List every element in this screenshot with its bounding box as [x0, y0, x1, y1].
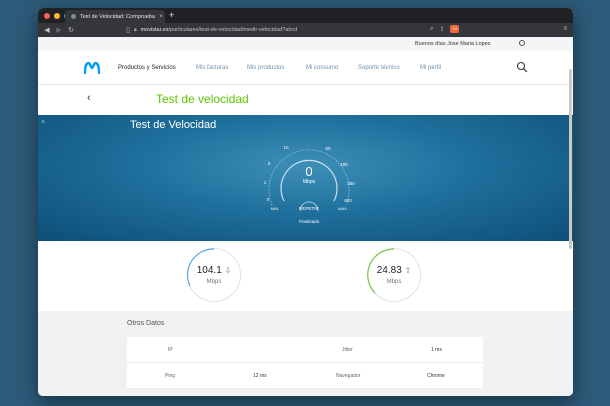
- ping-label: Ping: [165, 373, 176, 379]
- jitter-label: Jitter: [342, 347, 353, 353]
- scale-label-1: 1: [264, 180, 267, 185]
- upload-value: 24.83: [376, 265, 402, 276]
- download-unit: Mbps: [206, 279, 222, 285]
- zoom-icon[interactable]: ⌕: [430, 26, 433, 33]
- reload-icon[interactable]: ↻: [65, 26, 77, 34]
- main-navigation: Productos y Servicios Mis facturas Mis p…: [38, 51, 573, 85]
- nav-soporte-tecnico[interactable]: Soporte técnico: [358, 65, 400, 71]
- search-icon[interactable]: [516, 61, 528, 73]
- bookmark-icon[interactable]: ▯: [122, 26, 134, 34]
- results-section: 104.1 ⇩ Mbps 24.83 ⇧ Mbps: [38, 241, 573, 311]
- min-label: MIN.: [271, 206, 279, 211]
- close-window-button[interactable]: [44, 12, 50, 19]
- tab-bar: Test de Velocidad: Comprueba × +: [38, 8, 573, 23]
- back-chevron-icon[interactable]: ‹: [87, 92, 91, 104]
- address-bar: ◀ ▶ ↻ ▯ 🔒︎ movistar.es /particulares/tes…: [38, 23, 573, 37]
- nav-mi-perfil[interactable]: Mi perfil: [420, 65, 441, 71]
- greeting-text: Buenos días Jose Maria Lopez: [415, 41, 491, 47]
- speedtest-title: Test de Velocidad: [130, 119, 217, 131]
- menu-icon[interactable]: ≡: [563, 26, 567, 32]
- scale-label-10: 10: [283, 145, 289, 150]
- nav-mi-consumo[interactable]: Mi consumo: [306, 65, 338, 71]
- minimize-window-button[interactable]: [54, 12, 60, 19]
- table-row: IP Jitter 1 ms: [127, 337, 483, 363]
- scale-label-100: 100: [340, 162, 348, 167]
- scale-label-0: 0: [267, 197, 270, 202]
- scale-label-300: 300: [347, 181, 355, 186]
- web-page: Buenos días Jose Maria Lopez Productos y…: [38, 37, 573, 396]
- url-field[interactable]: 🔒︎ movistar.es /particulares/test-de-vel…: [134, 25, 464, 35]
- page-scrollbar[interactable]: [569, 69, 572, 249]
- page-title-bar: ‹ Test de velocidad: [38, 85, 573, 115]
- table-row: Ping 12 ms Navegador Chrome: [127, 363, 483, 389]
- tab-title: Test de Velocidad: Comprueba: [80, 13, 155, 20]
- brave-shield-icon[interactable]: 19: [450, 25, 460, 33]
- nav-mis-facturas[interactable]: Mis facturas: [196, 65, 228, 71]
- toolbar-right: ⌕ ⇪ 19 ≡: [430, 25, 567, 33]
- ping-value: 12 ms: [253, 373, 267, 379]
- nav-productos-servicios[interactable]: Productos y Servicios: [118, 65, 176, 71]
- jitter-value: 1 ms: [431, 347, 442, 353]
- upload-result: 24.83 ⇧ Mbps: [367, 248, 421, 302]
- movistar-logo[interactable]: [84, 61, 100, 75]
- scale-label-3: 3: [268, 161, 271, 166]
- user-icon[interactable]: [519, 40, 525, 46]
- browser-window: Test de Velocidad: Comprueba × + ◀ ▶ ↻ ▯…: [38, 8, 573, 396]
- otros-datos-title: Otros Datos: [127, 320, 165, 327]
- download-result: 104.1 ⇩ Mbps: [187, 248, 241, 302]
- lock-icon: 🔒︎: [134, 27, 137, 33]
- status-text: Finalizado: [299, 219, 320, 224]
- otros-datos-section: Otros Datos IP Jitter 1 ms Ping 12 ms Na…: [38, 311, 573, 396]
- browser-label: Navegador: [336, 373, 361, 379]
- browser-value: Chrome: [427, 373, 445, 379]
- nav-mis-productos[interactable]: Mis productos: [247, 65, 284, 71]
- repeat-button[interactable]: REPETIR: [299, 206, 319, 211]
- ip-label: IP: [168, 347, 173, 353]
- url-path: /particulares/test-de-velocidad/medir-ve…: [168, 27, 298, 33]
- tab-close-icon[interactable]: ×: [157, 14, 165, 20]
- gauge-value: 0: [305, 164, 312, 179]
- new-tab-button[interactable]: +: [169, 10, 174, 21]
- url-host: movistar.es: [140, 27, 169, 33]
- forward-arrow-icon[interactable]: ▶: [53, 26, 65, 34]
- back-arrow-icon[interactable]: ◀: [41, 26, 53, 34]
- greeting-bar: Buenos días Jose Maria Lopez: [38, 37, 573, 51]
- otros-datos-table: IP Jitter 1 ms Ping 12 ms Navegador Chro…: [127, 337, 483, 389]
- share-icon[interactable]: ⇪: [439, 26, 444, 33]
- scale-label-50: 50: [325, 146, 331, 151]
- scale-label-600: 600: [344, 198, 352, 203]
- speedtest-panel: × Test de Velocidad 0 Mbps 0 1 3 10 50 1…: [38, 115, 573, 241]
- tab-favicon-icon: [71, 14, 76, 19]
- upload-arrow-icon: ⇧: [404, 266, 412, 275]
- max-label: MAX.: [338, 206, 348, 211]
- gauge-unit: Mbps: [303, 179, 316, 185]
- download-arrow-icon: ⇩: [224, 266, 232, 275]
- download-value: 104.1: [196, 265, 222, 276]
- speed-gauge: 0 Mbps 0 1 3 10 50 100 300 600 MIN. MAX.…: [264, 145, 356, 224]
- upload-unit: Mbps: [386, 279, 402, 285]
- close-icon[interactable]: ×: [41, 119, 45, 126]
- page-title: Test de velocidad: [156, 92, 249, 106]
- browser-tab[interactable]: Test de Velocidad: Comprueba ×: [65, 10, 165, 23]
